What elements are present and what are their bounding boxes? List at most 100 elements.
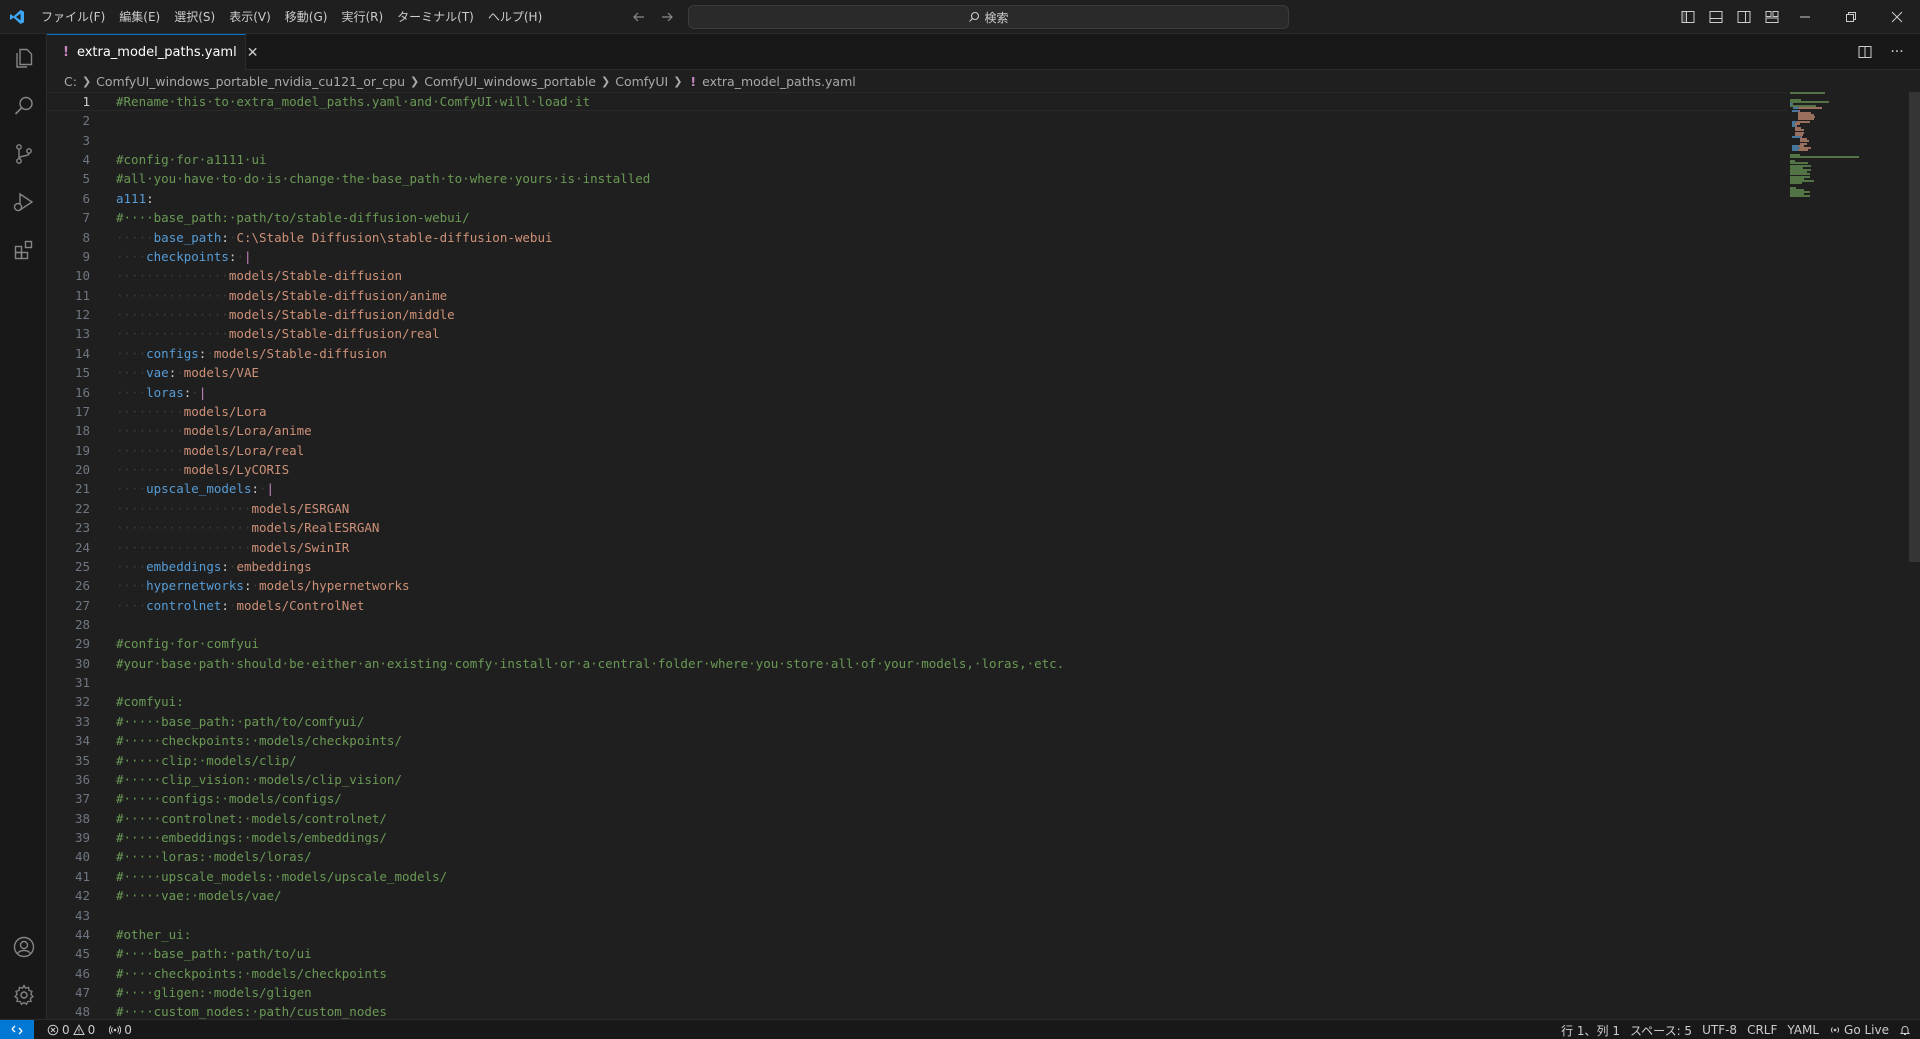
code-line[interactable]: 22 ··················models/ESRGAN — [47, 499, 1787, 518]
breadcrumb-drive[interactable]: C: — [64, 74, 77, 89]
minimap[interactable] — [1790, 92, 1906, 202]
scrollbar-thumb[interactable] — [1909, 92, 1920, 562]
code-line[interactable]: 18 ·········models/Lora/anime — [47, 421, 1787, 440]
toggle-secondary-sidebar-icon[interactable] — [1732, 5, 1756, 29]
cursor-position[interactable]: 行 1、列 1 — [1556, 1022, 1625, 1039]
code-line[interactable]: 28 — [47, 615, 1787, 634]
menu-help[interactable]: ヘルプ(H) — [481, 5, 549, 29]
minimize-icon[interactable] — [1782, 0, 1828, 34]
code-line[interactable]: 3 — [47, 131, 1787, 150]
close-window-icon[interactable] — [1874, 0, 1920, 34]
code-line[interactable]: 39 #·····embeddings:·models/embeddings/ — [47, 828, 1787, 847]
code-line[interactable]: 8 ·····base_path:·C:\Stable Diffusion\sta… — [47, 228, 1787, 247]
code-line[interactable]: 35 #·····clip:·models/clip/ — [47, 751, 1787, 770]
code-line[interactable]: 9 ····checkpoints:·| — [47, 247, 1787, 266]
code-line[interactable]: 31 — [47, 673, 1787, 692]
source-control-icon[interactable] — [0, 130, 47, 178]
code-line[interactable]: 6 a111: — [47, 189, 1787, 208]
minimap-line — [1790, 182, 1803, 185]
menu-terminal[interactable]: ターミナル(T) — [390, 5, 481, 29]
code-line[interactable]: 48 #····custom_nodes:·path/custom_nodes — [47, 1002, 1787, 1019]
breadcrumb-folder-portable-nvidia[interactable]: ComfyUI_windows_portable_nvidia_cu121_or… — [96, 74, 405, 89]
back-arrow-icon[interactable] — [628, 6, 650, 28]
menu-run[interactable]: 実行(R) — [334, 5, 390, 29]
code-line[interactable]: 40 #·····loras:·models/loras/ — [47, 847, 1787, 866]
code-line[interactable]: 30 #your·base·path·should·be·either·an·ex… — [47, 654, 1787, 673]
code-line[interactable]: 26 ····hypernetworks:·models/hypernetwork… — [47, 576, 1787, 595]
code-line[interactable]: 33 #·····base_path:·path/to/comfyui/ — [47, 712, 1787, 731]
code-line[interactable]: 42 #·····vae:·models/vae/ — [47, 886, 1787, 905]
code-line[interactable]: 19 ·········models/Lora/real — [47, 441, 1787, 460]
code-line[interactable]: 45 #····base_path:·path/to/ui — [47, 944, 1787, 963]
command-center-search[interactable]: 検索 — [688, 5, 1289, 29]
code-line[interactable]: 7 #····base_path:·path/to/stable-diffusio… — [47, 208, 1787, 227]
code-line[interactable]: 32 #comfyui: — [47, 692, 1787, 711]
code-line[interactable]: 4 #config·for·a1111·ui — [47, 150, 1787, 169]
customize-layout-icon[interactable] — [1760, 5, 1784, 29]
code-line[interactable]: 23 ··················models/RealESRGAN — [47, 518, 1787, 537]
code-editor[interactable]: 1 #Rename·this·to·extra_model_paths.yaml·… — [47, 92, 1920, 1019]
toggle-primary-sidebar-icon[interactable] — [1676, 5, 1700, 29]
tab-extra-model-paths[interactable]: ! extra_model_paths.yaml ✕ — [47, 34, 258, 70]
close-tab-icon[interactable]: ✕ — [247, 45, 259, 61]
forward-arrow-icon[interactable] — [656, 6, 678, 28]
ports-indicator[interactable]: 0 — [104, 1023, 137, 1037]
split-editor-icon[interactable] — [1854, 41, 1876, 63]
code-line[interactable]: 43 — [47, 906, 1787, 925]
code-line[interactable]: 21 ····upscale_models:·| — [47, 479, 1787, 498]
notifications-bell-icon[interactable] — [1894, 1024, 1916, 1036]
settings-gear-icon[interactable] — [0, 971, 47, 1019]
language-mode[interactable]: YAML — [1782, 1023, 1824, 1037]
code-line[interactable]: 36 #·····clip_vision:·models/clip_vision/ — [47, 770, 1787, 789]
menu-go[interactable]: 移動(G) — [278, 5, 335, 29]
menu-file[interactable]: ファイル(F) — [34, 5, 112, 29]
code-line[interactable]: 27 ····controlnet:·models/ControlNet — [47, 596, 1787, 615]
restore-icon[interactable] — [1828, 0, 1874, 34]
search-icon[interactable] — [0, 82, 47, 130]
editor-scrollbar[interactable] — [1906, 92, 1920, 1019]
code-line[interactable]: 44 #other_ui: — [47, 925, 1787, 944]
code-line[interactable]: 10 ···············models/Stable-diffusion — [47, 266, 1787, 285]
code-line[interactable]: 25 ····embeddings:·embeddings — [47, 557, 1787, 576]
code-line[interactable]: 5 #all·you·have·to·do·is·change·the·base_… — [47, 169, 1787, 188]
code-line[interactable]: 46 #····checkpoints:·models/checkpoints — [47, 964, 1787, 983]
explorer-icon[interactable] — [0, 34, 47, 82]
account-icon[interactable] — [0, 923, 47, 971]
indentation[interactable]: スペース: 5 — [1625, 1022, 1697, 1039]
code-line[interactable]: 11 ···············models/Stable-diffusion… — [47, 286, 1787, 305]
breadcrumb-file[interactable]: extra_model_paths.yaml — [702, 74, 856, 89]
problems-indicator[interactable]: 0 0 — [42, 1023, 100, 1037]
encoding[interactable]: UTF-8 — [1697, 1023, 1742, 1037]
code-line[interactable]: 12 ···············models/Stable-diffusion… — [47, 305, 1787, 324]
remote-indicator-icon[interactable] — [0, 1019, 34, 1039]
code-line[interactable]: 1 #Rename·this·to·extra_model_paths.yaml·… — [47, 92, 1787, 111]
breadcrumb-folder-comfyui[interactable]: ComfyUI — [615, 74, 668, 89]
code-line[interactable]: 17 ·········models/Lora — [47, 402, 1787, 421]
run-debug-icon[interactable] — [0, 178, 47, 226]
code-line[interactable]: 16 ····loras:·| — [47, 383, 1787, 402]
code-line[interactable]: 41 #·····upscale_models:·models/upscale_m… — [47, 867, 1787, 886]
menu-edit[interactable]: 編集(E) — [112, 5, 167, 29]
menu-selection[interactable]: 選択(S) — [167, 5, 222, 29]
code-line[interactable]: 2 — [47, 111, 1787, 130]
code-line[interactable]: 20 ·········models/LyCORIS — [47, 460, 1787, 479]
code-line[interactable]: 47 #····gligen:·models/gligen — [47, 983, 1787, 1002]
extensions-icon[interactable] — [0, 226, 47, 274]
code-line[interactable]: 34 #·····checkpoints:·models/checkpoints/ — [47, 731, 1787, 750]
line-number: 41 — [74, 868, 90, 884]
more-actions-icon[interactable]: ··· — [1886, 41, 1908, 63]
breadcrumb-folder-portable[interactable]: ComfyUI_windows_portable — [424, 74, 596, 89]
code-line[interactable]: 37 #·····configs:·models/configs/ — [47, 789, 1787, 808]
code-line[interactable]: 14 ····configs:·models/Stable-diffusion — [47, 344, 1787, 363]
menu-view[interactable]: 表示(V) — [222, 5, 278, 29]
code-token: embeddings — [236, 558, 312, 574]
code-line[interactable]: 13 ···············models/Stable-diffusion… — [47, 324, 1787, 343]
toggle-panel-icon[interactable] — [1704, 5, 1728, 29]
code-token: #your·base·path·should·be·either·an·exis… — [116, 655, 1065, 671]
code-line[interactable]: 24 ··················models/SwinIR — [47, 538, 1787, 557]
go-live-button[interactable]: Go Live — [1824, 1023, 1894, 1037]
code-line[interactable]: 29 #config·for·comfyui — [47, 634, 1787, 653]
code-line[interactable]: 15 ····vae:·models/VAE — [47, 363, 1787, 382]
end-of-line[interactable]: CRLF — [1742, 1023, 1782, 1037]
code-line[interactable]: 38 #·····controlnet:·models/controlnet/ — [47, 809, 1787, 828]
